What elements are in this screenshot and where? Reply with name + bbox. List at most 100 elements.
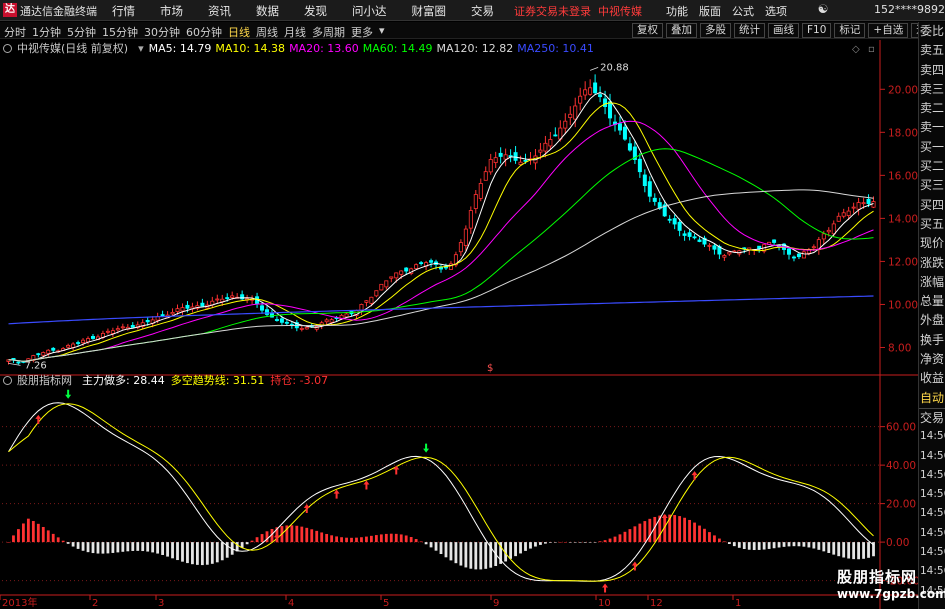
hist-bar-70 [355, 537, 358, 543]
candle-body-17 [91, 336, 96, 339]
sidebar-item-4[interactable]: 卖二 [919, 99, 945, 118]
x-tick-label-2: 3 [158, 598, 164, 609]
main-ytick-label-4: 16.00 [888, 170, 918, 182]
hist-bar-42 [215, 542, 219, 563]
hist-bar-17 [91, 542, 95, 554]
menu-item-function[interactable]: 功能 [666, 3, 688, 19]
menu-item-layout[interactable]: 版面 [699, 3, 721, 19]
hist-bar-41 [210, 542, 214, 564]
sidebar-item-0[interactable]: 委比 [919, 22, 945, 41]
period-tab-10[interactable]: 更多 [351, 24, 373, 40]
hist-bar-37 [191, 542, 194, 565]
more-dropdown-icon[interactable]: ▾ [379, 24, 385, 40]
ma-legend-4: MA120: 12.82 [436, 41, 514, 55]
tool-button-7[interactable]: +自选 [868, 23, 909, 38]
sidebar-item-8[interactable]: 买三 [919, 176, 945, 195]
menu-item-ask[interactable]: 问小达 [352, 3, 387, 19]
user-icon[interactable]: ☯ [815, 2, 831, 16]
ma10-line [8, 102, 874, 362]
candle-body-133 [667, 218, 672, 221]
tool-button-4[interactable]: 画线 [768, 23, 799, 38]
sidebar-item-18[interactable]: 收益 [919, 369, 945, 388]
hist-bar-160 [802, 542, 806, 547]
hist-bar-59 [300, 526, 304, 543]
sidebar-item-2[interactable]: 卖四 [919, 61, 945, 80]
menu-item-wealth[interactable]: 财富圈 [412, 3, 447, 19]
sidebar-auto[interactable]: 自动 [919, 389, 945, 408]
hist-bar-18 [96, 542, 100, 554]
hist-bar-123 [618, 534, 622, 543]
sidebar-item-14[interactable]: 总量 [919, 292, 945, 311]
sidebar-item-15[interactable]: 外盘 [919, 311, 945, 330]
sidebar-item-3[interactable]: 卖三 [919, 80, 945, 99]
menu-item-options[interactable]: 选项 [765, 3, 787, 19]
sidebar-item-6[interactable]: 买一 [919, 138, 945, 157]
sidebar-item-10[interactable]: 买五 [919, 215, 945, 234]
candle-body-55 [279, 318, 284, 323]
hist-bar-117 [588, 542, 592, 543]
sidebar-item-5[interactable]: 卖一 [919, 118, 945, 137]
user-account[interactable]: 152****9892 [874, 3, 945, 16]
hist-bar-142 [713, 535, 716, 543]
indicator-header: 股朋指标网 主力做多: 28.44 多空趋势线: 31.51 持仓: -3.07 [3, 373, 339, 387]
ma120-line [8, 189, 874, 362]
sidebar-item-7[interactable]: 买二 [919, 157, 945, 176]
sidebar-item-17[interactable]: 净资 [919, 350, 945, 369]
candle-body-77 [389, 276, 394, 279]
collapse-icon: ◇ [852, 44, 860, 55]
tool-button-0[interactable]: 复权 [632, 23, 663, 38]
dropdown-icon[interactable]: ▾ [138, 42, 144, 55]
tool-button-1[interactable]: 叠加 [666, 23, 697, 38]
candle-body-129 [647, 181, 652, 197]
tool-button-5[interactable]: F10 [802, 23, 832, 38]
period-tab-6[interactable]: 日线 [228, 24, 250, 40]
period-tab-1[interactable]: 1分钟 [32, 24, 61, 40]
period-tab-4[interactable]: 30分钟 [144, 24, 180, 40]
menu-item-market[interactable]: 市场 [160, 3, 183, 19]
hist-bar-108 [544, 542, 547, 544]
candle-body-173 [866, 198, 871, 205]
hist-bar-163 [817, 542, 821, 550]
hist-bar-20 [106, 542, 110, 554]
hist-bar-38 [196, 542, 199, 565]
period-tab-5[interactable]: 60分钟 [186, 24, 222, 40]
sidebar-item-13[interactable]: 涨幅 [919, 273, 945, 292]
period-tab-9[interactable]: 多周期 [312, 24, 345, 40]
menu-item-discover[interactable]: 发现 [304, 3, 327, 19]
menu-item-quotes[interactable]: 行情 [112, 3, 135, 19]
candle-body-34 [175, 308, 180, 312]
sidebar-item-1[interactable]: 卖五 [919, 41, 945, 60]
period-tab-3[interactable]: 15分钟 [102, 24, 138, 40]
login-notice[interactable]: 证券交易未登录 中视传媒 [514, 3, 642, 19]
hist-bar-161 [807, 542, 811, 548]
period-tab-8[interactable]: 月线 [284, 24, 306, 40]
main-chart-title[interactable]: 中视传媒(日线 前复权) [3, 40, 133, 56]
period-tab-0[interactable]: 分时 [4, 24, 26, 40]
tool-button-6[interactable]: 标记 [834, 23, 866, 38]
tool-button-2[interactable]: 多股 [700, 23, 731, 38]
hist-bar-57 [290, 525, 294, 543]
candle-body-92 [463, 228, 468, 246]
sidebar-item-16[interactable]: 换手 [919, 331, 945, 350]
sidebar-time-3: 14:56 [920, 488, 945, 501]
x-tick-label-4: 5 [383, 598, 389, 609]
kline-chart[interactable]: 8.0010.0012.0014.0016.0018.0020.00-20.00… [0, 40, 918, 609]
candle-body-104 [523, 159, 528, 162]
down-arrow-icon [65, 389, 72, 399]
hist-bar-157 [787, 542, 791, 547]
indicator-title[interactable]: 股朋指标网 [3, 372, 77, 388]
candle-body-102 [513, 152, 518, 161]
sidebar-item-11[interactable]: 现价 [919, 234, 945, 253]
tool-button-3[interactable]: 统计 [734, 23, 765, 38]
candle-body-168 [841, 212, 846, 217]
menu-item-news[interactable]: 资讯 [208, 3, 231, 19]
menu-item-formula[interactable]: 公式 [732, 3, 754, 19]
menu-item-trade[interactable]: 交易 [471, 3, 494, 19]
hist-bar-48 [245, 542, 249, 545]
period-tab-7[interactable]: 周线 [256, 24, 278, 40]
period-tab-2[interactable]: 5分钟 [67, 24, 96, 40]
sidebar-trade[interactable]: 交易 [919, 407, 945, 427]
sidebar-item-9[interactable]: 买四 [919, 196, 945, 215]
menu-item-data[interactable]: 数据 [256, 3, 279, 19]
sidebar-item-12[interactable]: 涨跌 [919, 254, 945, 273]
